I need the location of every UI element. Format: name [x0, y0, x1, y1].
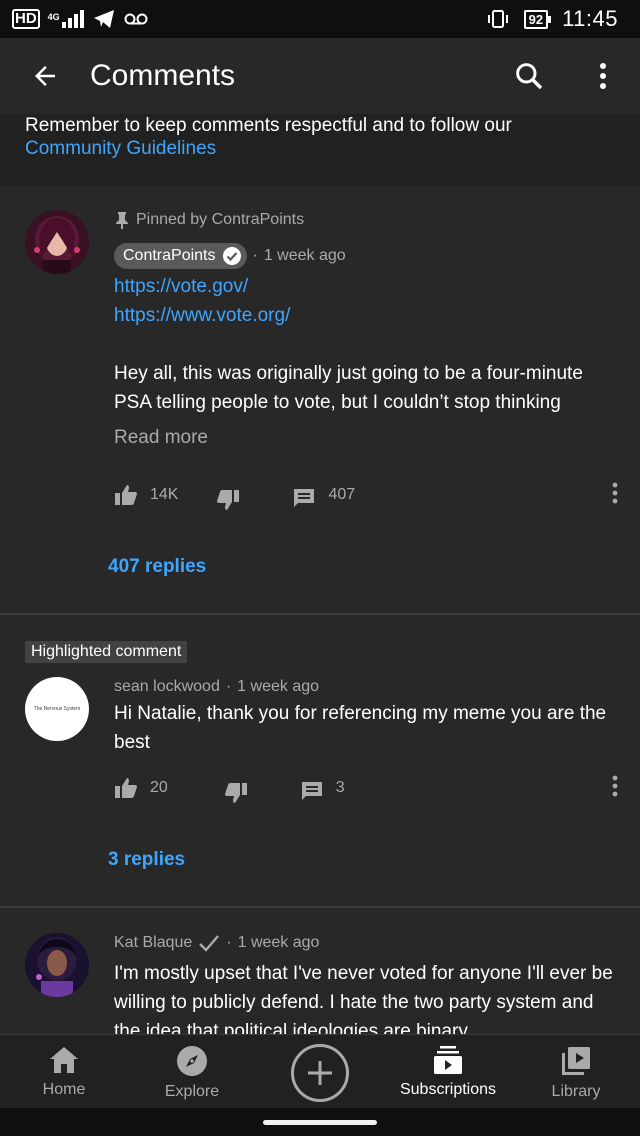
create-plus-icon	[291, 1044, 349, 1102]
verified-check-icon	[199, 935, 220, 952]
comment-icon	[294, 489, 315, 507]
comment-text-line: best	[114, 732, 150, 753]
bottom-navigation: Home Explore Subscriptions Library	[0, 1034, 640, 1108]
comment-author: ContraPoints	[123, 247, 216, 264]
comment-link[interactable]: https://vote.gov/	[114, 272, 616, 301]
pin-icon	[116, 212, 128, 229]
thumb-down-icon	[224, 783, 247, 803]
comment-time: 1 week ago	[263, 247, 346, 264]
arrow-back-icon	[35, 66, 55, 86]
avatar[interactable]	[25, 210, 89, 274]
avatar[interactable]	[25, 933, 89, 997]
comment-text-line: PSA telling people to vote, but I couldn…	[114, 392, 561, 413]
guidelines-notice: Remember to keep comments respectful and…	[0, 114, 640, 185]
comment-text-line: the idea that political ideologies are b…	[114, 1021, 468, 1034]
comment-link[interactable]: https://www.vote.org/	[114, 301, 616, 330]
network-type: 4G	[47, 12, 60, 22]
battery-indicator: 92	[523, 9, 552, 29]
page-title: Comments	[90, 59, 236, 92]
community-guidelines-link[interactable]: Community Guidelines	[25, 137, 615, 160]
comment-text-line: willing to publicly defend. I hate the t…	[114, 992, 594, 1013]
like-button[interactable]: 14K	[114, 484, 178, 506]
comment-highlighted: Highlighted comment The Nervous System s…	[0, 615, 640, 906]
avatar-text: The Nervous System	[33, 706, 81, 712]
nav-create[interactable]	[256, 1035, 384, 1109]
comment-text-line: I'm mostly upset that I've never voted f…	[114, 963, 613, 984]
back-button[interactable]	[0, 38, 90, 114]
comment-time: 1 week ago	[237, 934, 320, 951]
author-chip[interactable]: ContraPoints	[114, 243, 247, 269]
search-icon	[516, 63, 543, 90]
thumb-up-icon	[115, 778, 137, 798]
more-vert-icon	[612, 482, 618, 503]
like-count: 14K	[150, 486, 179, 503]
reply-button[interactable]: 407	[292, 481, 355, 509]
notice-text: Remember to keep comments respectful and…	[25, 115, 512, 136]
comment-author[interactable]: sean lockwood	[114, 678, 220, 696]
more-vert-icon	[600, 63, 606, 89]
like-count: 20	[150, 779, 168, 796]
home-icon	[50, 1047, 78, 1073]
thumb-up-icon	[115, 485, 137, 505]
comment-pinned: Pinned by ContraPoints ContraPoints · 1 …	[0, 185, 640, 613]
nav-explore[interactable]: Explore	[128, 1035, 256, 1109]
telegram-icon	[93, 10, 114, 28]
comment-more-button[interactable]	[612, 775, 618, 802]
verified-check-icon	[222, 247, 241, 265]
signal-icon	[61, 10, 84, 28]
comment-text-line: Hey all, this was originally just going …	[114, 363, 583, 384]
comment-time: 1 week ago	[237, 678, 320, 695]
voicemail-icon	[124, 13, 148, 25]
subscriptions-icon	[434, 1046, 462, 1074]
reply-button[interactable]: 3	[300, 774, 345, 802]
reply-count: 3	[335, 779, 345, 796]
gesture-bar	[0, 1108, 640, 1136]
comment-icon	[301, 782, 322, 800]
home-gesture-pill[interactable]	[263, 1120, 377, 1125]
comment-text-line: Hi Natalie, thank you for referencing my…	[114, 703, 607, 724]
more-options-button[interactable]	[566, 38, 640, 114]
nav-subscriptions[interactable]: Subscriptions	[384, 1035, 512, 1109]
read-more-button[interactable]: Read more	[114, 427, 616, 449]
comment-more-button[interactable]	[612, 482, 618, 509]
comment: Kat Blaque · 1 week ago I'm mostly upset…	[0, 908, 640, 1034]
nav-label: Library	[551, 1083, 601, 1100]
nav-library[interactable]: Library	[512, 1035, 640, 1109]
compass-icon	[177, 1046, 207, 1076]
avatar[interactable]: The Nervous System	[25, 677, 89, 741]
like-button[interactable]: 20	[114, 777, 168, 799]
highlighted-comment-badge: Highlighted comment	[25, 641, 188, 663]
view-replies-button[interactable]: 407 replies	[108, 556, 206, 578]
more-vert-icon	[612, 775, 618, 796]
nav-label: Subscriptions	[399, 1081, 497, 1098]
view-replies-button[interactable]: 3 replies	[108, 849, 185, 871]
app-bar: Comments	[0, 38, 640, 114]
library-icon	[562, 1047, 590, 1075]
status-bar: HD 4G 92 11:45	[0, 0, 640, 38]
reply-count: 407	[328, 486, 356, 503]
dislike-button[interactable]	[224, 772, 248, 804]
nav-label: Explore	[164, 1083, 220, 1100]
clock: 11:45	[562, 6, 618, 31]
pinned-label: Pinned by ContraPoints	[114, 209, 616, 231]
comment-author[interactable]: Kat Blaque	[114, 934, 192, 952]
nav-label: Home	[42, 1081, 86, 1098]
search-button[interactable]	[492, 38, 566, 114]
hd-indicator: HD	[12, 9, 40, 29]
pinned-label-text: Pinned by ContraPoints	[136, 211, 305, 228]
nav-home[interactable]: Home	[0, 1035, 128, 1109]
thumb-down-icon	[217, 490, 240, 510]
vibrate-icon	[487, 10, 508, 28]
dislike-button[interactable]	[216, 479, 240, 511]
